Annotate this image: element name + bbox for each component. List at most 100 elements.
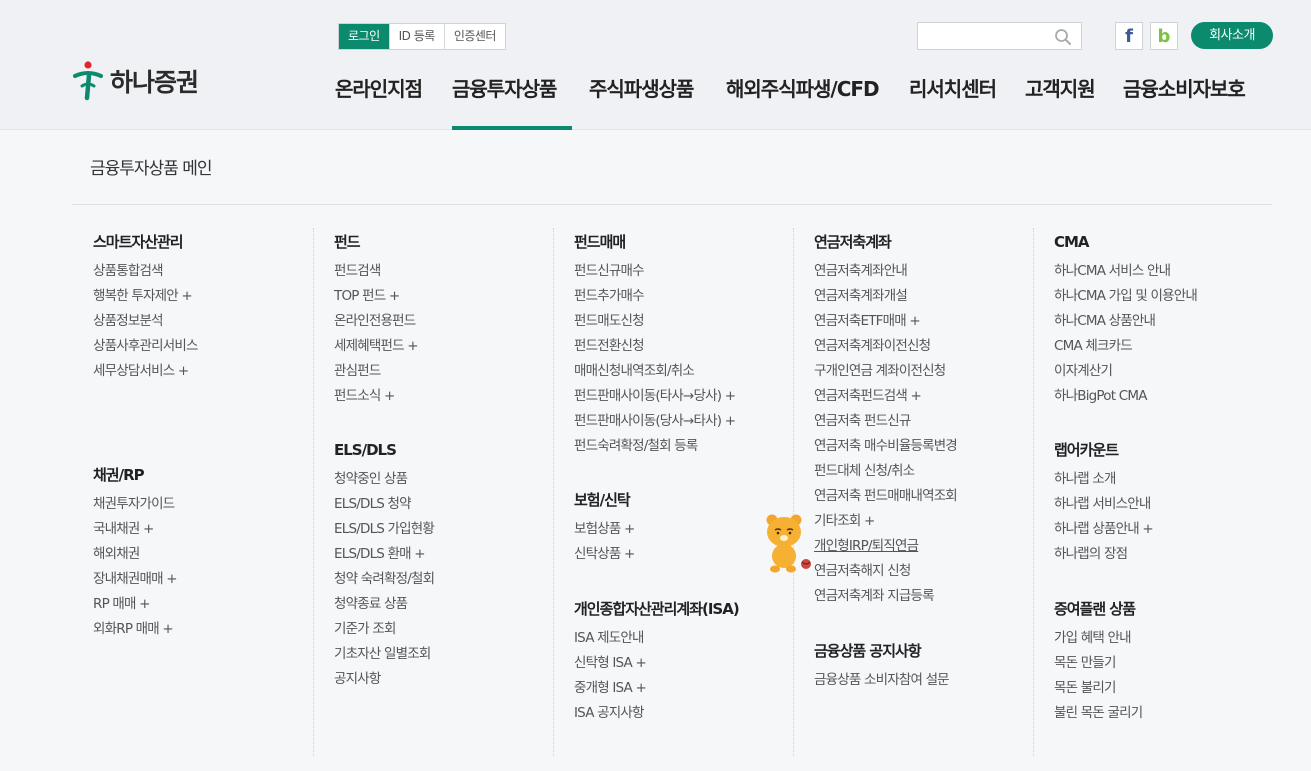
menu-link[interactable]: 하나랩의 장점 [1054, 542, 1153, 567]
group-title[interactable]: 펀드매매 [574, 228, 735, 256]
menu-link[interactable]: 신탁상품 + [574, 542, 635, 567]
menu-link[interactable]: 공지사항 [334, 667, 434, 692]
group-title[interactable]: 개인종합자산관리계좌(ISA) [574, 595, 740, 623]
group-title[interactable]: 채권/RP [93, 461, 177, 489]
search-icon[interactable] [1054, 28, 1072, 46]
nav-consumer-protection[interactable]: 금융소비자보호 [1123, 74, 1246, 130]
menu-link[interactable]: 청약 숙려확정/철회 [334, 567, 435, 592]
menu-link[interactable]: 기준가 조회 [334, 617, 434, 642]
menu-link[interactable]: 장내채권매매 + [93, 567, 178, 592]
menu-link[interactable]: 기초자산 일별조회 [334, 642, 434, 667]
menu-link[interactable]: 목돈 불리기 [1054, 676, 1142, 701]
menu-link[interactable]: 목돈 만들기 [1054, 651, 1142, 676]
menu-link[interactable]: 기타조회 + [814, 509, 957, 534]
menu-link[interactable]: 하나랩 서비스안내 [1054, 492, 1153, 517]
menu-link[interactable]: 연금저축해지 신청 [814, 559, 957, 584]
menu-link[interactable]: 펀드검색 [334, 259, 418, 284]
cert-center-link[interactable]: 인증센터 [443, 24, 505, 49]
menu-link[interactable]: 가입 혜택 안내 [1054, 626, 1142, 651]
menu-link[interactable]: 관심펀드 [334, 359, 418, 384]
company-intro-button[interactable]: 회사소개 [1191, 22, 1273, 49]
group-title[interactable]: 증여플랜 상품 [1054, 595, 1142, 623]
menu-link[interactable]: 하나랩 상품안내 + [1054, 517, 1154, 542]
menu-link[interactable]: 세무상담서비스 + [93, 359, 198, 384]
menu-link[interactable]: TOP 펀드 + [334, 284, 418, 309]
nav-overseas-cfd[interactable]: 해외주식파생/CFD [726, 74, 880, 130]
menu-link[interactable]: 보험상품 + [574, 517, 635, 542]
id-register-link[interactable]: ID 등록 [388, 24, 444, 49]
group-title[interactable]: 스마트자산관리 [93, 228, 198, 256]
menu-link[interactable]: 채권투자가이드 [93, 492, 177, 517]
menu-link[interactable]: 하나CMA 상품안내 [1054, 309, 1197, 334]
menu-link[interactable]: 하나랩 소개 [1054, 467, 1153, 492]
group-title[interactable]: 보험/신탁 [574, 486, 634, 514]
menu-link[interactable]: ELS/DLS 환매 + [334, 542, 434, 567]
menu-link[interactable]: 상품사후관리서비스 [93, 334, 198, 359]
menu-link[interactable]: 연금저축 매수비율등록변경 [814, 434, 958, 459]
menu-main-link[interactable]: 금융투자상품 메인 [90, 154, 213, 179]
hana-logo-icon [73, 61, 103, 101]
menu-link[interactable]: 연금저축ETF매매 + [814, 309, 957, 334]
menu-link[interactable]: 펀드전환신청 [574, 334, 735, 359]
group-title[interactable]: 랩어카운트 [1054, 436, 1153, 464]
menu-link[interactable]: 연금저축펀드검색 + [814, 384, 957, 409]
nav-financial-products[interactable]: 금융투자상품 [452, 74, 572, 130]
nav-customer-support[interactable]: 고객지원 [1025, 74, 1096, 130]
menu-link[interactable]: ELS/DLS 가입현황 [334, 517, 435, 542]
search-input[interactable] [918, 23, 1048, 49]
menu-link[interactable]: 신탁형 ISA + [574, 651, 739, 676]
menu-link[interactable]: 펀드신규매수 [574, 259, 735, 284]
menu-link[interactable]: 하나CMA 서비스 안내 [1054, 259, 1197, 284]
menu-link[interactable]: 연금저축계좌 지급등록 [814, 584, 957, 609]
menu-link[interactable]: 국내채권 + [93, 517, 177, 542]
facebook-icon[interactable]: f [1115, 22, 1143, 50]
menu-link[interactable]: 세제혜택펀드 + [334, 334, 419, 359]
menu-link[interactable]: ELS/DLS 청약 [334, 492, 434, 517]
menu-link[interactable]: 연금저축계좌안내 [814, 259, 957, 284]
menu-link[interactable]: 매매신청내역조회/취소 [574, 359, 735, 384]
menu-link[interactable]: 온라인전용펀드 [334, 309, 418, 334]
menu-column: 펀드매매 펀드신규매수 펀드추가매수 펀드매도신청 펀드전환신청 매매신청내역조… [553, 228, 793, 756]
menu-link[interactable]: 행복한 투자제안 + [93, 284, 198, 309]
logo[interactable]: 하나증권 [72, 60, 199, 102]
menu-link[interactable]: 중개형 ISA + [574, 676, 739, 701]
menu-link[interactable]: 금융상품 소비자참여 설문 [814, 668, 950, 693]
menu-link[interactable]: 연금저축계좌이전신청 [814, 334, 957, 359]
menu-link[interactable]: 연금저축 펀드매매내역조회 [814, 484, 958, 509]
menu-link-hovered[interactable]: 개인형IRP/퇴직연금 [814, 534, 957, 559]
menu-link[interactable]: 하나BigPot CMA [1054, 384, 1197, 409]
nav-stock-derivatives[interactable]: 주식파생상품 [589, 74, 694, 130]
menu-link[interactable]: CMA 체크카드 [1054, 334, 1197, 359]
menu-link[interactable]: ISA 공지사항 [574, 701, 739, 726]
menu-link[interactable]: RP 매매 + [93, 592, 177, 617]
menu-link[interactable]: 상품통합검색 [93, 259, 198, 284]
group-title[interactable]: 연금저축계좌 [814, 228, 957, 256]
menu-link[interactable]: 구개인연금 계좌이전신청 [814, 359, 957, 384]
menu-link[interactable]: 펀드소식 + [334, 384, 418, 409]
menu-link[interactable]: 불린 목돈 굴리기 [1054, 701, 1143, 726]
band-icon[interactable]: b [1150, 22, 1178, 50]
menu-link[interactable]: 연금저축 펀드신규 [814, 409, 957, 434]
menu-link[interactable]: 펀드숙려확정/철회 등록 [574, 434, 735, 459]
login-link[interactable]: 로그인 [339, 24, 389, 49]
menu-link[interactable]: 펀드대체 신청/취소 [814, 459, 957, 484]
menu-link[interactable]: 펀드판매사이동(타사→당사) + [574, 384, 736, 409]
menu-link[interactable]: 상품정보분석 [93, 309, 198, 334]
group-title[interactable]: ELS/DLS [334, 436, 434, 464]
menu-link[interactable]: 펀드추가매수 [574, 284, 735, 309]
nav-online-branch[interactable]: 온라인지점 [335, 74, 423, 130]
menu-link[interactable]: 청약종료 상품 [334, 592, 434, 617]
menu-link[interactable]: 펀드매도신청 [574, 309, 735, 334]
menu-link[interactable]: 해외채권 [93, 542, 177, 567]
nav-research-center[interactable]: 리서치센터 [909, 74, 997, 130]
menu-link[interactable]: ISA 제도안내 [574, 626, 739, 651]
menu-link[interactable]: 펀드판매사이동(당사→타사) + [574, 409, 736, 434]
menu-link[interactable]: 외화RP 매매 + [93, 617, 177, 642]
group-title[interactable]: 펀드 [334, 228, 418, 256]
menu-link[interactable]: 하나CMA 가입 및 이용안내 [1054, 284, 1198, 309]
menu-link[interactable]: 이자계산기 [1054, 359, 1197, 384]
group-title[interactable]: 금융상품 공지사항 [814, 637, 949, 665]
menu-link[interactable]: 청약중인 상품 [334, 467, 434, 492]
group-title[interactable]: CMA [1054, 228, 1197, 256]
menu-link[interactable]: 연금저축계좌개설 [814, 284, 957, 309]
